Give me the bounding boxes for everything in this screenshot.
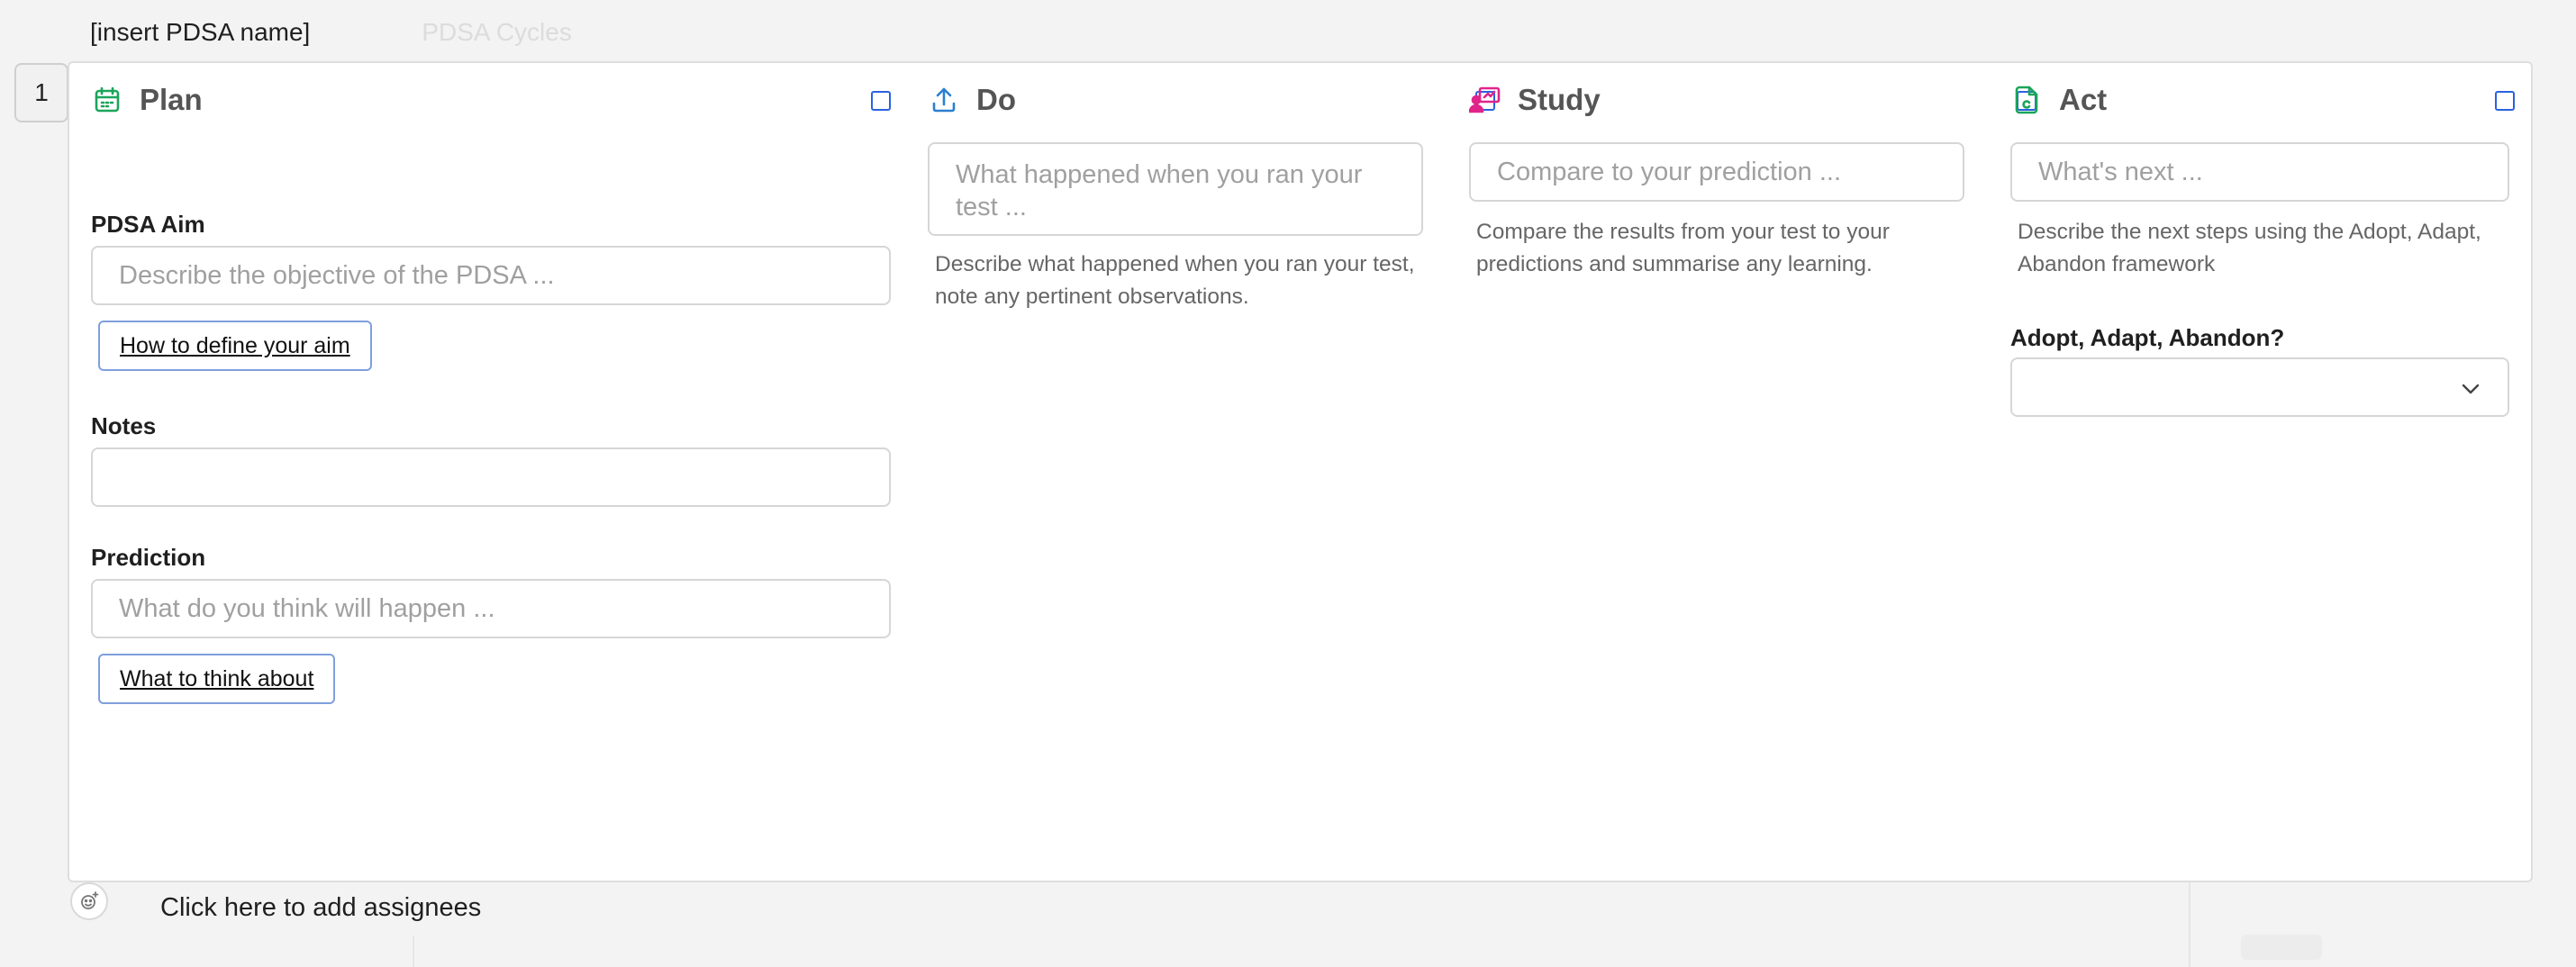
add-assignees-link[interactable]: Click here to add assignees [160,893,481,923]
do-result-input[interactable]: What happened when you ran your test ... [928,142,1423,236]
background-placeholder [2241,935,2322,960]
pdsa-cycle-card: Plan PDSA Aim Describe the objective of … [68,61,2533,882]
breadcrumb: [insert PDSA name] PDSA Cycles [90,16,572,49]
calendar-icon [91,84,123,116]
act-complete-checkbox[interactable] [2495,91,2515,111]
plan-title: Plan [140,83,203,116]
study-header: Study [1469,77,2036,122]
adopt-adapt-abandon-select[interactable] [2010,357,2509,417]
study-title: Study [1518,83,1601,116]
document-c-icon [2010,84,2043,116]
pdsa-aim-label: PDSA Aim [91,211,205,238]
prediction-label: Prediction [91,544,206,571]
plan-column: Plan PDSA Aim Describe the objective of … [91,63,891,881]
do-header: Do [928,77,1495,122]
adopt-adapt-abandon-label: Adopt, Adapt, Abandon? [2010,324,2285,351]
do-title: Do [976,83,1016,116]
plan-complete-checkbox[interactable] [871,91,891,111]
pdsa-name-title[interactable]: [insert PDSA name] [90,18,310,47]
add-person-icon[interactable] [70,882,108,920]
act-next-input[interactable]: What's next ... [2010,142,2509,202]
define-aim-help-button[interactable]: How to define your aim [98,321,372,371]
notes-input[interactable] [91,447,891,507]
chevron-down-icon [2462,384,2480,394]
background-divider [413,936,414,967]
study-column: Study Compare to your prediction ... Com… [1469,63,2036,881]
pdsa-cycles-label: PDSA Cycles [422,18,572,46]
prediction-input[interactable]: What do you think will happen ... [91,579,891,638]
do-description: Describe what happened when you ran your… [935,252,1415,309]
study-description: Compare the results from your test to yo… [1476,220,1890,276]
presentation-user-icon [1469,84,1501,116]
pdsa-aim-input[interactable]: Describe the objective of the PDSA ... [91,246,891,305]
do-column: Do What happened when you ran your test … [928,63,1495,881]
plan-header: Plan [91,77,891,122]
study-compare-input[interactable]: Compare to your prediction ... [1469,142,1964,202]
act-header: Act [2010,77,2515,122]
cycle-row-number[interactable]: 1 [14,63,68,122]
prediction-help-button[interactable]: What to think about [98,654,336,704]
act-column: Act What's next ... Describe the next st… [2010,63,2515,881]
background-divider [2189,882,2191,967]
upload-icon [928,84,960,116]
act-title: Act [2059,83,2108,116]
act-description: Describe the next steps using the Adopt,… [2018,220,2481,276]
notes-label: Notes [91,412,157,439]
